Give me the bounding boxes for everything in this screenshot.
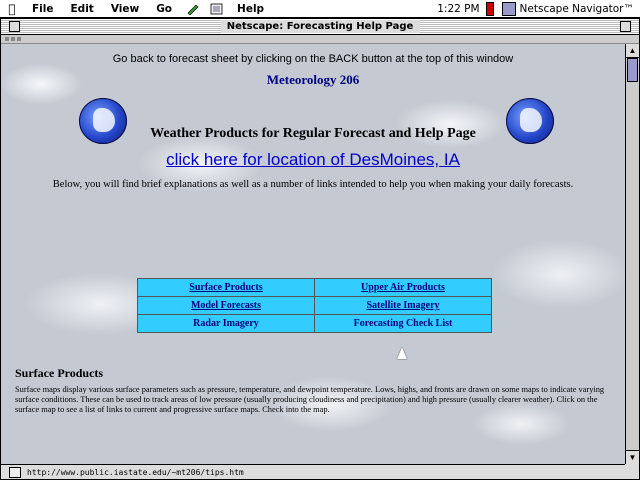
product-nav-table: Surface Products Upper Air Products Mode…	[137, 278, 492, 333]
satellite-imagery-link[interactable]: Satellite Imagery	[366, 300, 439, 311]
menu-view[interactable]: View	[103, 3, 148, 15]
surface-products-text: Surface maps display various surface par…	[15, 385, 605, 414]
nav-cell[interactable]: Surface Products	[137, 278, 315, 297]
nav-cell[interactable]: Forecasting Check List	[314, 314, 492, 333]
back-message: Go back to forecast sheet by clicking on…	[112, 53, 514, 65]
window-titlebar[interactable]: Netscape: Forecasting Help Page	[1, 19, 639, 35]
vertical-scrollbar[interactable]: ▲ ▼	[625, 44, 639, 464]
nav-cell[interactable]: Radar Imagery	[137, 314, 315, 333]
upper-air-products-link[interactable]: Upper Air Products	[361, 282, 445, 293]
bookmarks-icon[interactable]	[186, 3, 200, 15]
model-forecasts-link[interactable]: Model Forecasts	[191, 300, 261, 311]
netscape-icon	[501, 1, 516, 16]
close-box[interactable]	[9, 21, 20, 32]
application-menu[interactable]: Netscape Navigator™	[501, 1, 640, 16]
scroll-up-arrow-icon[interactable]: ▲	[626, 44, 639, 58]
scroll-thumb[interactable]	[627, 58, 638, 82]
nav-cell[interactable]: Satellite Imagery	[314, 296, 492, 315]
menu-edit[interactable]: Edit	[63, 3, 103, 15]
menu-file[interactable]: File	[24, 3, 63, 15]
zoom-box[interactable]	[620, 21, 631, 32]
menu-go[interactable]: Go	[148, 3, 181, 15]
menubar-clock: 1:22 PM	[437, 2, 480, 15]
scroll-down-arrow-icon[interactable]: ▼	[626, 450, 639, 464]
forecasting-check-list-link[interactable]: Forecasting Check List	[354, 318, 453, 329]
apple-menu-icon[interactable]: 	[0, 2, 24, 16]
page-content: Go back to forecast sheet by clicking on…	[1, 44, 625, 464]
radar-imagery-link[interactable]: Radar Imagery	[193, 318, 259, 329]
window-title: Netscape: Forecasting Help Page	[220, 20, 420, 33]
course-title: Meteorology 206	[266, 72, 360, 87]
collapsed-toolbar[interactable]	[1, 35, 639, 44]
intro-text: Below, you will find brief explanations …	[52, 179, 574, 190]
browser-window: Netscape: Forecasting Help Page Go back …	[0, 18, 640, 480]
surface-products-link[interactable]: Surface Products	[189, 282, 262, 293]
status-url: http://www.public.iastate.edu/~mt206/tip…	[27, 467, 244, 477]
battery-icon	[485, 1, 494, 16]
window-menu-icon[interactable]	[210, 3, 224, 15]
app-name: Netscape Navigator™	[519, 2, 634, 15]
menubar:  File Edit View Go Help 1:22 PM Netscap…	[0, 0, 640, 18]
status-bar: http://www.public.iastate.edu/~mt206/tip…	[1, 464, 625, 479]
mouse-pointer-icon	[397, 347, 407, 359]
security-lock-icon[interactable]	[9, 466, 21, 478]
page-heading: Weather Products for Regular Forecast an…	[150, 126, 476, 141]
location-link[interactable]: click here for location of DesMoines, IA	[1, 150, 625, 170]
nav-cell[interactable]: Model Forecasts	[137, 296, 315, 315]
nav-cell[interactable]: Upper Air Products	[314, 278, 492, 297]
surface-products-heading: Surface Products	[15, 366, 104, 380]
menu-help[interactable]: Help	[229, 3, 273, 15]
